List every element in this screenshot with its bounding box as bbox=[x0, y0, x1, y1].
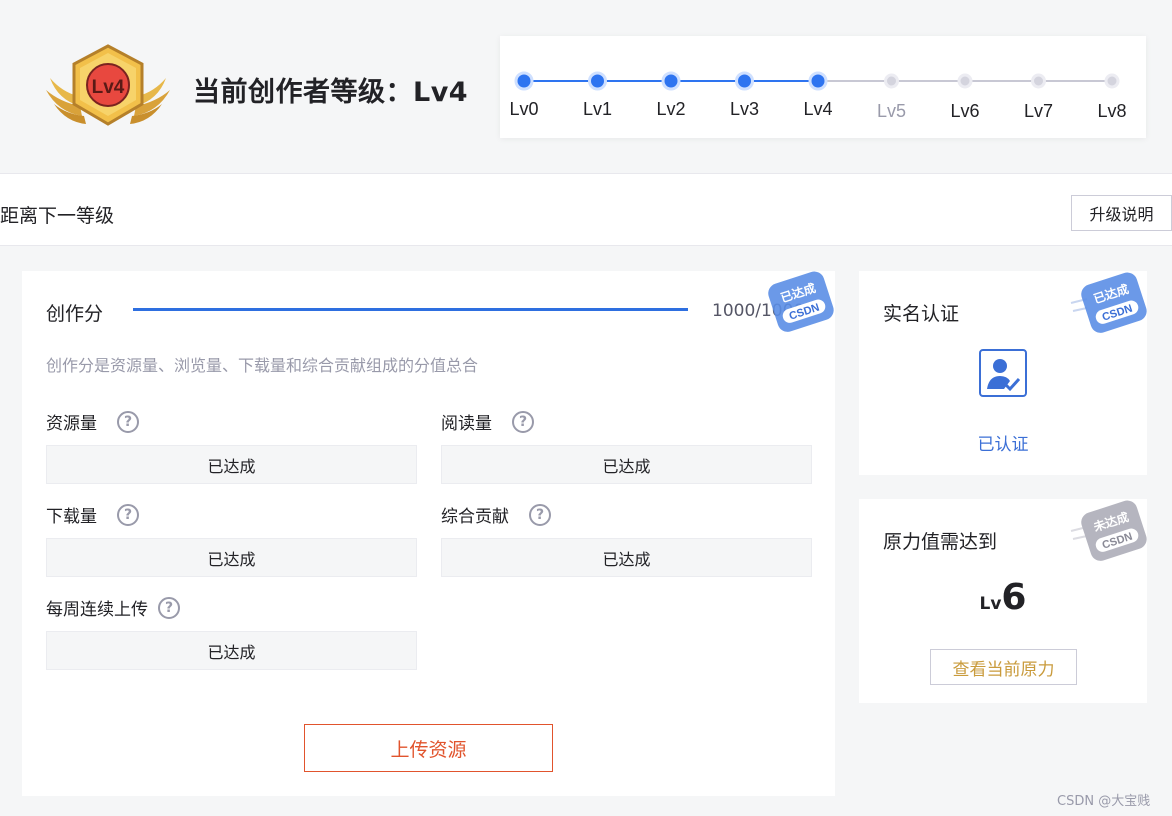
creation-score-label: 创作分 bbox=[46, 303, 104, 325]
metric-label-contribution: 综合贡献 ? bbox=[441, 502, 551, 527]
metric-label-resources: 资源量 ? bbox=[46, 409, 139, 434]
creation-progress-fill bbox=[133, 308, 688, 311]
real-name-card: 实名认证 已达成 CSDN 已认证 bbox=[859, 271, 1147, 475]
level-dot-lv1 bbox=[588, 71, 607, 91]
level-track: Lv0 Lv1 Lv2 Lv3 Lv4 Lv5 Lv6 Lv7 Lv8 bbox=[500, 36, 1146, 138]
level-header: Lv4 当前创作者等级：Lv4 Lv0 Lv1 Lv2 Lv3 Lv4 Lv5 Lv6 Lv7… bbox=[0, 0, 1172, 174]
metric-status-reads: 已达成 bbox=[441, 445, 812, 484]
level-dot-lv3 bbox=[735, 71, 754, 91]
creation-score-description: 创作分是资源量、浏览量、下载量和综合贡献组成的分值总合 bbox=[46, 356, 479, 375]
next-level-bar: 距离下一等级 升级说明 bbox=[0, 174, 1172, 246]
metric-name: 综合贡献 bbox=[441, 507, 509, 527]
level-label-lv8: Lv8 bbox=[1097, 101, 1126, 121]
level-dot-lv0 bbox=[514, 71, 534, 91]
level-badge-icon: Lv4 bbox=[46, 44, 170, 126]
creation-progress-bar bbox=[133, 308, 688, 311]
level-dot-lv5 bbox=[884, 73, 899, 89]
metric-status-contribution: 已达成 bbox=[441, 538, 812, 577]
level-dot-lv8 bbox=[1104, 73, 1120, 89]
help-icon[interactable]: ? bbox=[512, 410, 534, 433]
metric-status-downloads: 已达成 bbox=[46, 538, 417, 577]
level-dot-lv4 bbox=[808, 71, 828, 91]
level-dot-lv6 bbox=[957, 73, 973, 89]
help-icon[interactable]: ? bbox=[117, 410, 139, 433]
badge-level-text: Lv4 bbox=[92, 77, 125, 98]
metric-status-weekly-upload: 已达成 bbox=[46, 631, 417, 670]
metric-name: 每周连续上传 bbox=[46, 600, 148, 620]
real-name-title: 实名认证 bbox=[883, 303, 960, 325]
help-icon[interactable]: ? bbox=[529, 503, 551, 526]
upload-resource-button[interactable]: 上传资源 bbox=[304, 724, 553, 772]
level-label-lv2: Lv2 bbox=[656, 99, 685, 119]
level-dot-lv7 bbox=[1031, 73, 1046, 89]
page-title: 当前创作者等级：Lv4 bbox=[193, 77, 469, 108]
level-track-chart: Lv0 Lv1 Lv2 Lv3 Lv4 Lv5 Lv6 Lv7 Lv8 bbox=[509, 71, 1127, 121]
metric-label-downloads: 下载量 ? bbox=[46, 502, 139, 527]
level-label-lv4: Lv4 bbox=[803, 99, 832, 119]
upgrade-info-button[interactable]: 升级说明 bbox=[1071, 195, 1172, 231]
level-dot-lv2 bbox=[661, 71, 681, 91]
level-label-lv6: Lv6 bbox=[950, 101, 979, 121]
creation-score-card: 创作分 1000/1000 已达成 CSDN 创作分是资源量、浏览量、下载量和综… bbox=[22, 271, 835, 796]
metric-status-resources: 已达成 bbox=[46, 445, 417, 484]
power-card: 原力值需达到 未达成 CSDN Lv6 查看当前原力 bbox=[859, 499, 1147, 703]
verified-status: 已认证 bbox=[977, 435, 1029, 455]
metric-name: 阅读量 bbox=[441, 414, 492, 434]
level-label-lv5: Lv5 bbox=[877, 101, 906, 121]
not-achieved-stamp-icon: 未达成 CSDN bbox=[1070, 500, 1147, 561]
level-label-lv7: Lv7 bbox=[1024, 101, 1053, 121]
watermark: CSDN @大宝贱 bbox=[1057, 794, 1151, 809]
required-level-prefix: Lv bbox=[979, 594, 1002, 614]
achieved-stamp-icon: 已达成 CSDN bbox=[768, 271, 834, 332]
view-power-button[interactable]: 查看当前原力 bbox=[930, 649, 1077, 685]
help-icon[interactable]: ? bbox=[158, 596, 180, 619]
achieved-stamp-icon: 已达成 CSDN bbox=[1070, 272, 1147, 333]
metric-label-reads: 阅读量 ? bbox=[441, 409, 534, 434]
level-label-lv0: Lv0 bbox=[509, 99, 538, 119]
power-title: 原力值需达到 bbox=[883, 531, 998, 553]
level-label-lv1: Lv1 bbox=[583, 99, 612, 119]
id-card-icon bbox=[979, 349, 1027, 397]
metric-name: 资源量 bbox=[46, 414, 97, 434]
next-level-title: 距离下一等级 bbox=[0, 205, 115, 227]
required-level: Lv6 bbox=[859, 577, 1147, 618]
metric-name: 下载量 bbox=[46, 507, 97, 527]
required-level-value: 6 bbox=[1001, 577, 1027, 618]
help-icon[interactable]: ? bbox=[117, 503, 139, 526]
level-label-lv3: Lv3 bbox=[730, 99, 759, 119]
metric-label-weekly-upload: 每周连续上传 ? bbox=[46, 595, 180, 620]
